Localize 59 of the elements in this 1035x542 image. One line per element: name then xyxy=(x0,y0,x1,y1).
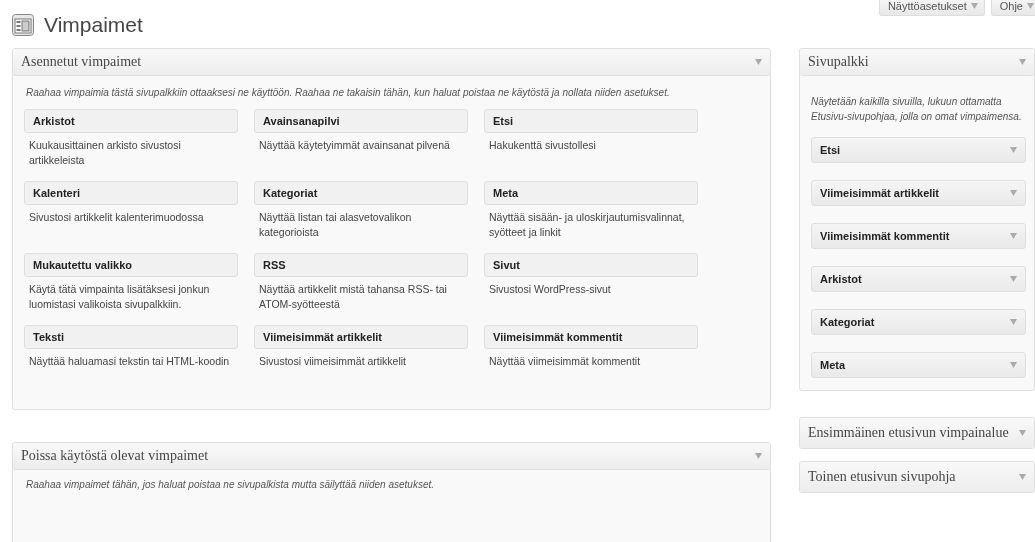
widget-description: Näyttää viimeisimmät kommentit xyxy=(488,354,642,369)
dropdown-arrow-icon[interactable] xyxy=(1019,59,1026,65)
dropdown-arrow-icon[interactable] xyxy=(1010,147,1017,153)
panel-title: Asennetut vimpaimet xyxy=(21,54,142,70)
dropdown-arrow-icon[interactable] xyxy=(1010,233,1017,239)
dropdown-arrow-icon[interactable] xyxy=(1027,3,1034,9)
widget-description: Näyttää sisään- ja uloskirjautumisvalinnat, syötteet ja linkit xyxy=(488,210,686,240)
widget-description: Näyttää listan tai alasvetovalikon kategorioista xyxy=(258,210,413,240)
widget-title[interactable]: Avainsanapilvi xyxy=(254,109,468,133)
widget-description: Käytä tätä vimpainta lisätäksesi jonkun luomistasi valikoista sivupalkkiin. xyxy=(28,282,211,312)
panel-description: Raahaa vimpaimia tästä sivupalkkiin ottaaksesi ne käyttöön. Raahaa ne takaisin tähän, kun haluat poistaa ne käytöstä ja nollata niiden asetukset. xyxy=(25,86,671,100)
widget-title: Arkistot xyxy=(820,273,862,285)
widget-title: Meta xyxy=(820,359,846,371)
page-title: Vimpaimet xyxy=(44,13,143,37)
widget-description: Näyttää haluamasi tekstin tai HTML-koodin xyxy=(28,354,231,369)
widget-description: Kuukausittainen arkisto sivustosi artikkeleista xyxy=(28,138,182,168)
widget-title[interactable]: Etsi xyxy=(484,109,698,133)
widget-title[interactable]: Meta xyxy=(484,181,698,205)
widget-title[interactable]: Teksti xyxy=(24,325,238,349)
sidebar-widget[interactable]: Viimeisimmät kommentit xyxy=(811,223,1026,249)
dropdown-arrow-icon[interactable] xyxy=(1019,430,1026,436)
sidebar-widget[interactable]: Meta xyxy=(811,352,1026,378)
widget-description: Näyttää käytetyimmät avainsanat pilvenä xyxy=(258,138,451,153)
widgets-icon xyxy=(12,14,34,36)
widget-title: Viimeisimmät kommentit xyxy=(820,230,950,242)
sidebar-widget[interactable]: Kategoriat xyxy=(811,309,1026,335)
widget-title[interactable]: Kalenteri xyxy=(24,181,238,205)
dropdown-arrow-icon[interactable] xyxy=(1010,362,1017,368)
widget-title: Etsi xyxy=(820,144,841,156)
widget-description: Sivustosi viimeisimmät artikkelit xyxy=(258,354,408,369)
widget-description: Sivustosi WordPress-sivut xyxy=(488,282,612,297)
widget-title[interactable]: Viimeisimmät kommentit xyxy=(484,325,698,349)
screen-options-button[interactable]: Näyttöasetukset xyxy=(878,0,985,16)
widget-title[interactable]: Viimeisimmät artikkelit xyxy=(254,325,468,349)
panel-title: Poissa käytöstä olevat vimpaimet xyxy=(21,448,209,464)
dropdown-arrow-icon[interactable] xyxy=(755,59,762,65)
widget-title[interactable]: Kategoriat xyxy=(254,181,468,205)
sidebar-description: Näytetään kaikilla sivuilla, lukuun ottamatta Etusivu-sivupohjaa, jolla on omat vimpaimensa. xyxy=(811,95,1023,124)
dropdown-arrow-icon[interactable] xyxy=(1010,319,1017,325)
dropdown-arrow-icon[interactable] xyxy=(755,453,762,459)
widget-title: Kategoriat xyxy=(820,316,875,328)
screen-options-button[interactable]: Ohje xyxy=(990,0,1035,16)
sidebar-title[interactable]: Sivupalkki xyxy=(808,54,869,70)
widget-description: Näyttää artikkelit mistä tahansa RSS- tai ATOM-syötteestä xyxy=(258,282,448,312)
widget-description: Sivustosi artikkelit kalenterimuodossa xyxy=(28,210,205,225)
widget-title[interactable]: RSS xyxy=(254,253,468,277)
widget-title: Viimeisimmät artikkelit xyxy=(820,187,940,199)
widget-description: Hakukenttä sivustollesi xyxy=(488,138,597,153)
sidebar-widget[interactable]: Etsi xyxy=(811,137,1026,163)
dropdown-arrow-icon[interactable] xyxy=(1019,474,1026,480)
dropdown-arrow-icon[interactable] xyxy=(1010,190,1017,196)
dropdown-arrow-icon[interactable] xyxy=(970,3,978,9)
widget-title[interactable]: Arkistot xyxy=(24,109,238,133)
sidebar-widget[interactable]: Arkistot xyxy=(811,266,1026,292)
panel-description: Raahaa vimpaimet tähän, jos haluat poistaa ne sivupalkista mutta säilyttää niiden asetukset. xyxy=(25,478,435,492)
widget-title[interactable]: Sivut xyxy=(484,253,698,277)
widget-title[interactable]: Mukautettu valikko xyxy=(24,253,238,277)
dropdown-arrow-icon[interactable] xyxy=(1010,276,1017,282)
sidebar-widget[interactable]: Viimeisimmät artikkelit xyxy=(811,180,1026,206)
